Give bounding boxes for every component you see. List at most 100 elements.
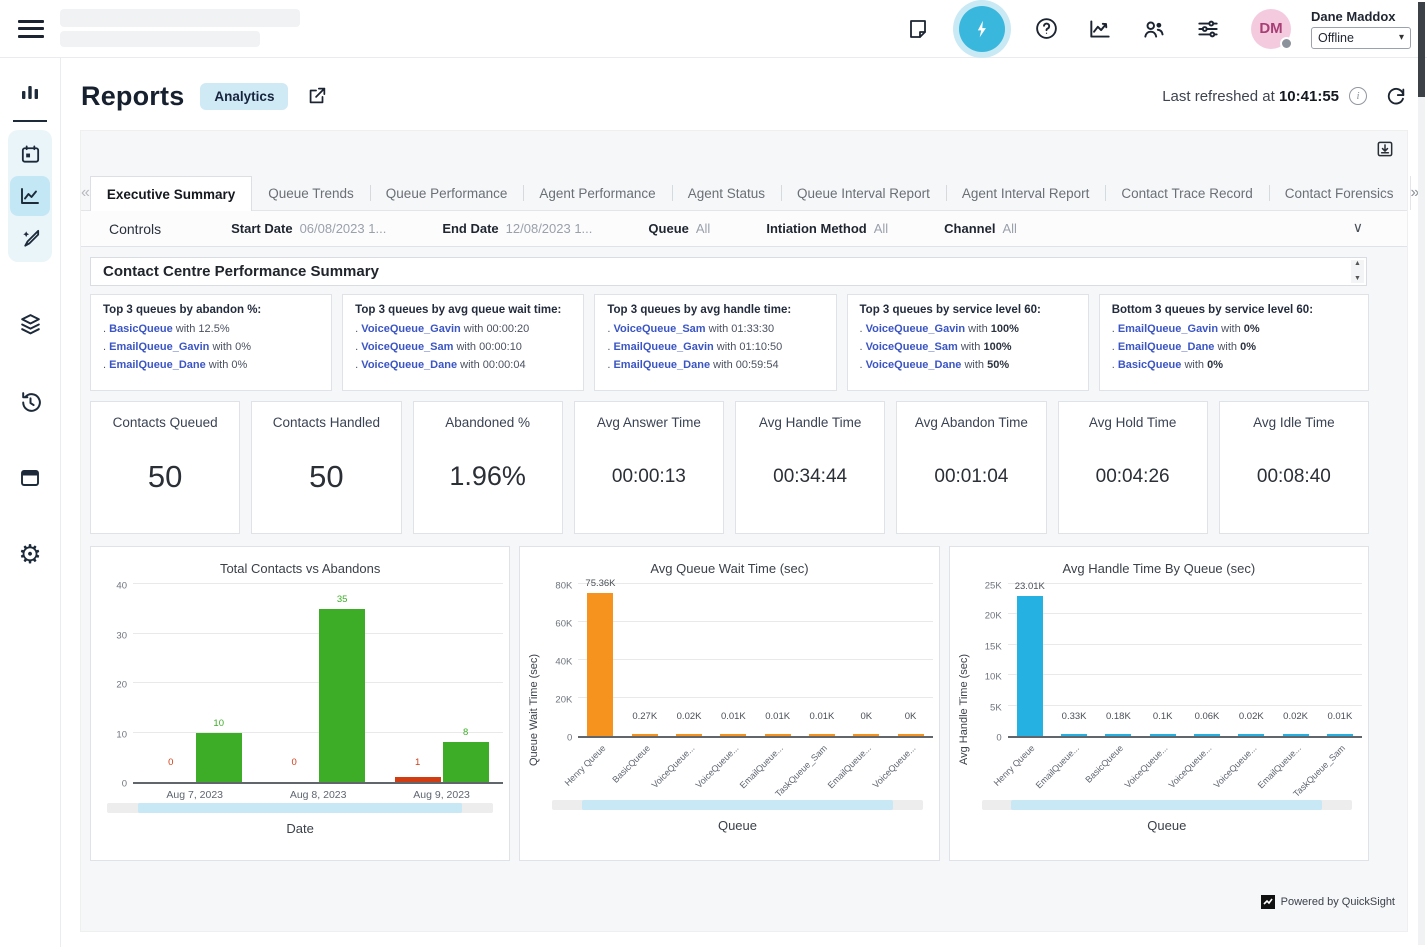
- queue-link[interactable]: BasicQueue: [1118, 359, 1182, 371]
- preferences-sliders-icon[interactable]: [1191, 12, 1225, 46]
- chart-scrollbar-thumb[interactable]: [138, 803, 463, 813]
- bar[interactable]: 1: [395, 586, 441, 782]
- sidebar-item-reports[interactable]: [10, 176, 50, 216]
- page-scrollbar-thumb[interactable]: [1418, 2, 1425, 97]
- bar[interactable]: 10: [196, 586, 242, 782]
- bar[interactable]: 0.06K: [1194, 586, 1220, 736]
- insight-value: 12.5%: [198, 323, 229, 335]
- bar[interactable]: 35: [319, 586, 365, 782]
- chart-scrollbar[interactable]: [552, 800, 922, 810]
- bar-slot: 0K: [844, 586, 888, 736]
- external-link-icon[interactable]: [306, 85, 328, 107]
- plot-column: 05K10K15K20K25K23.01K0.33K0.18K0.1K0.06K…: [972, 586, 1362, 833]
- filter-start-date[interactable]: Start Date06/08/2023 1...: [231, 221, 386, 236]
- y-axis: 010203040: [97, 586, 133, 784]
- queue-link[interactable]: EmailQueue_Dane: [109, 359, 206, 371]
- insights-icon[interactable]: [1083, 12, 1117, 46]
- sidebar-item-customize[interactable]: [10, 218, 50, 258]
- bar[interactable]: 0K: [853, 586, 879, 736]
- bar-rect: [632, 734, 658, 736]
- chart-scrollbar[interactable]: [107, 803, 493, 813]
- note-icon[interactable]: [901, 12, 935, 46]
- bar[interactable]: 0K: [898, 586, 924, 736]
- tab-queue-performance[interactable]: Queue Performance: [370, 176, 524, 210]
- bar[interactable]: 0.01K: [809, 586, 835, 736]
- bar[interactable]: 0.33K: [1061, 586, 1087, 736]
- tab-agent-performance[interactable]: Agent Performance: [523, 176, 671, 210]
- controls-collapse-icon[interactable]: ∨: [1353, 219, 1363, 236]
- sidebar-item-settings[interactable]: ⚙: [10, 534, 50, 574]
- info-icon[interactable]: i: [1349, 87, 1367, 105]
- queue-link[interactable]: EmailQueue_Dane: [613, 359, 710, 371]
- bar[interactable]: 0: [271, 586, 317, 782]
- filter-queue[interactable]: QueueAll: [648, 221, 710, 236]
- bar-value-label: 0: [168, 757, 173, 768]
- bar[interactable]: 0: [148, 586, 194, 782]
- tab-queue-trends[interactable]: Queue Trends: [252, 176, 370, 210]
- joiner-text: with: [710, 359, 736, 371]
- help-icon[interactable]: [1029, 12, 1063, 46]
- bar[interactable]: 8: [443, 586, 489, 782]
- summary-scrollbar[interactable]: ▲▼: [1351, 260, 1364, 283]
- download-icon[interactable]: [1375, 139, 1395, 164]
- tab-contact-trace-record[interactable]: Contact Trace Record: [1105, 176, 1268, 210]
- queue-link[interactable]: VoiceQueue_Dane: [361, 359, 457, 371]
- chart-scrollbar-thumb[interactable]: [1011, 800, 1322, 810]
- queue-link[interactable]: VoiceQueue_Gavin: [866, 323, 965, 335]
- sidebar-item-calendar[interactable]: [10, 134, 50, 174]
- queue-link[interactable]: EmailQueue_Gavin: [109, 341, 209, 353]
- queue-link[interactable]: EmailQueue_Gavin: [1118, 323, 1218, 335]
- bar[interactable]: 0.18K: [1105, 586, 1131, 736]
- bar[interactable]: 0.01K: [720, 586, 746, 736]
- tab-queue-interval-report[interactable]: Queue Interval Report: [781, 176, 946, 210]
- bar[interactable]: 0.01K: [765, 586, 791, 736]
- app-window: DM Dane Maddox Offline ▾: [0, 0, 1427, 947]
- tab-contact-forensics[interactable]: Contact Forensics: [1269, 176, 1410, 210]
- queue-link[interactable]: VoiceQueue_Dane: [866, 359, 962, 371]
- sidebar-item-history[interactable]: [10, 382, 50, 422]
- bar[interactable]: 75.36K: [587, 586, 613, 736]
- x-tick-label: Aug 8, 2023: [256, 784, 379, 801]
- queue-link[interactable]: EmailQueue_Dane: [1118, 341, 1215, 353]
- joiner-text: with: [209, 341, 235, 353]
- bar[interactable]: 0.01K: [1327, 586, 1353, 736]
- bar[interactable]: 23.01K: [1017, 586, 1043, 736]
- bar[interactable]: 0.27K: [632, 586, 658, 736]
- queue-link[interactable]: BasicQueue: [109, 323, 173, 335]
- refresh-icon[interactable]: [1385, 85, 1407, 107]
- sidebar-item-window[interactable]: [10, 458, 50, 498]
- bolt-button[interactable]: [959, 6, 1005, 52]
- queue-link[interactable]: VoiceQueue_Sam: [866, 341, 958, 353]
- chart-scrollbar[interactable]: [982, 800, 1352, 810]
- status-dropdown[interactable]: Offline ▾: [1311, 27, 1411, 49]
- filter-channel[interactable]: ChannelAll: [944, 221, 1017, 236]
- y-tick-label: 80K: [555, 581, 572, 592]
- chart-ylabel: Queue Wait Time (sec): [526, 586, 542, 833]
- tabs-scroll-left[interactable]: «: [81, 176, 90, 210]
- bar[interactable]: 0.02K: [676, 586, 702, 736]
- sidebar-item-metrics[interactable]: [10, 72, 50, 112]
- filter-end-date[interactable]: End Date12/08/2023 1...: [442, 221, 592, 236]
- page-scrollbar[interactable]: [1418, 2, 1425, 945]
- queue-link[interactable]: VoiceQueue_Sam: [613, 323, 705, 335]
- tab-executive-summary[interactable]: Executive Summary: [90, 176, 252, 211]
- queue-link[interactable]: EmailQueue_Gavin: [613, 341, 713, 353]
- summary-section-header: Contact Centre Performance Summary ▲▼: [90, 257, 1367, 286]
- tab-agent-status[interactable]: Agent Status: [672, 176, 781, 210]
- queue-link[interactable]: VoiceQueue_Sam: [361, 341, 453, 353]
- x-axis-labels: Aug 7, 2023Aug 8, 2023Aug 9, 2023: [133, 784, 503, 801]
- bar[interactable]: 0.02K: [1238, 586, 1264, 736]
- bar-rect: [1150, 734, 1176, 736]
- chart-scrollbar-thumb[interactable]: [582, 800, 893, 810]
- bar[interactable]: 0.02K: [1283, 586, 1309, 736]
- hamburger-menu-icon[interactable]: [18, 20, 44, 38]
- queue-link[interactable]: VoiceQueue_Gavin: [361, 323, 460, 335]
- filter-intiation-method[interactable]: Intiation MethodAll: [766, 221, 888, 236]
- tab-agent-interval-report[interactable]: Agent Interval Report: [946, 176, 1106, 210]
- bar[interactable]: 0.1K: [1150, 586, 1176, 736]
- avatar[interactable]: DM: [1251, 9, 1291, 49]
- bar-rect: [853, 734, 879, 736]
- sidebar-item-layers[interactable]: [10, 304, 50, 344]
- gridline: [578, 583, 932, 584]
- people-icon[interactable]: [1137, 12, 1171, 46]
